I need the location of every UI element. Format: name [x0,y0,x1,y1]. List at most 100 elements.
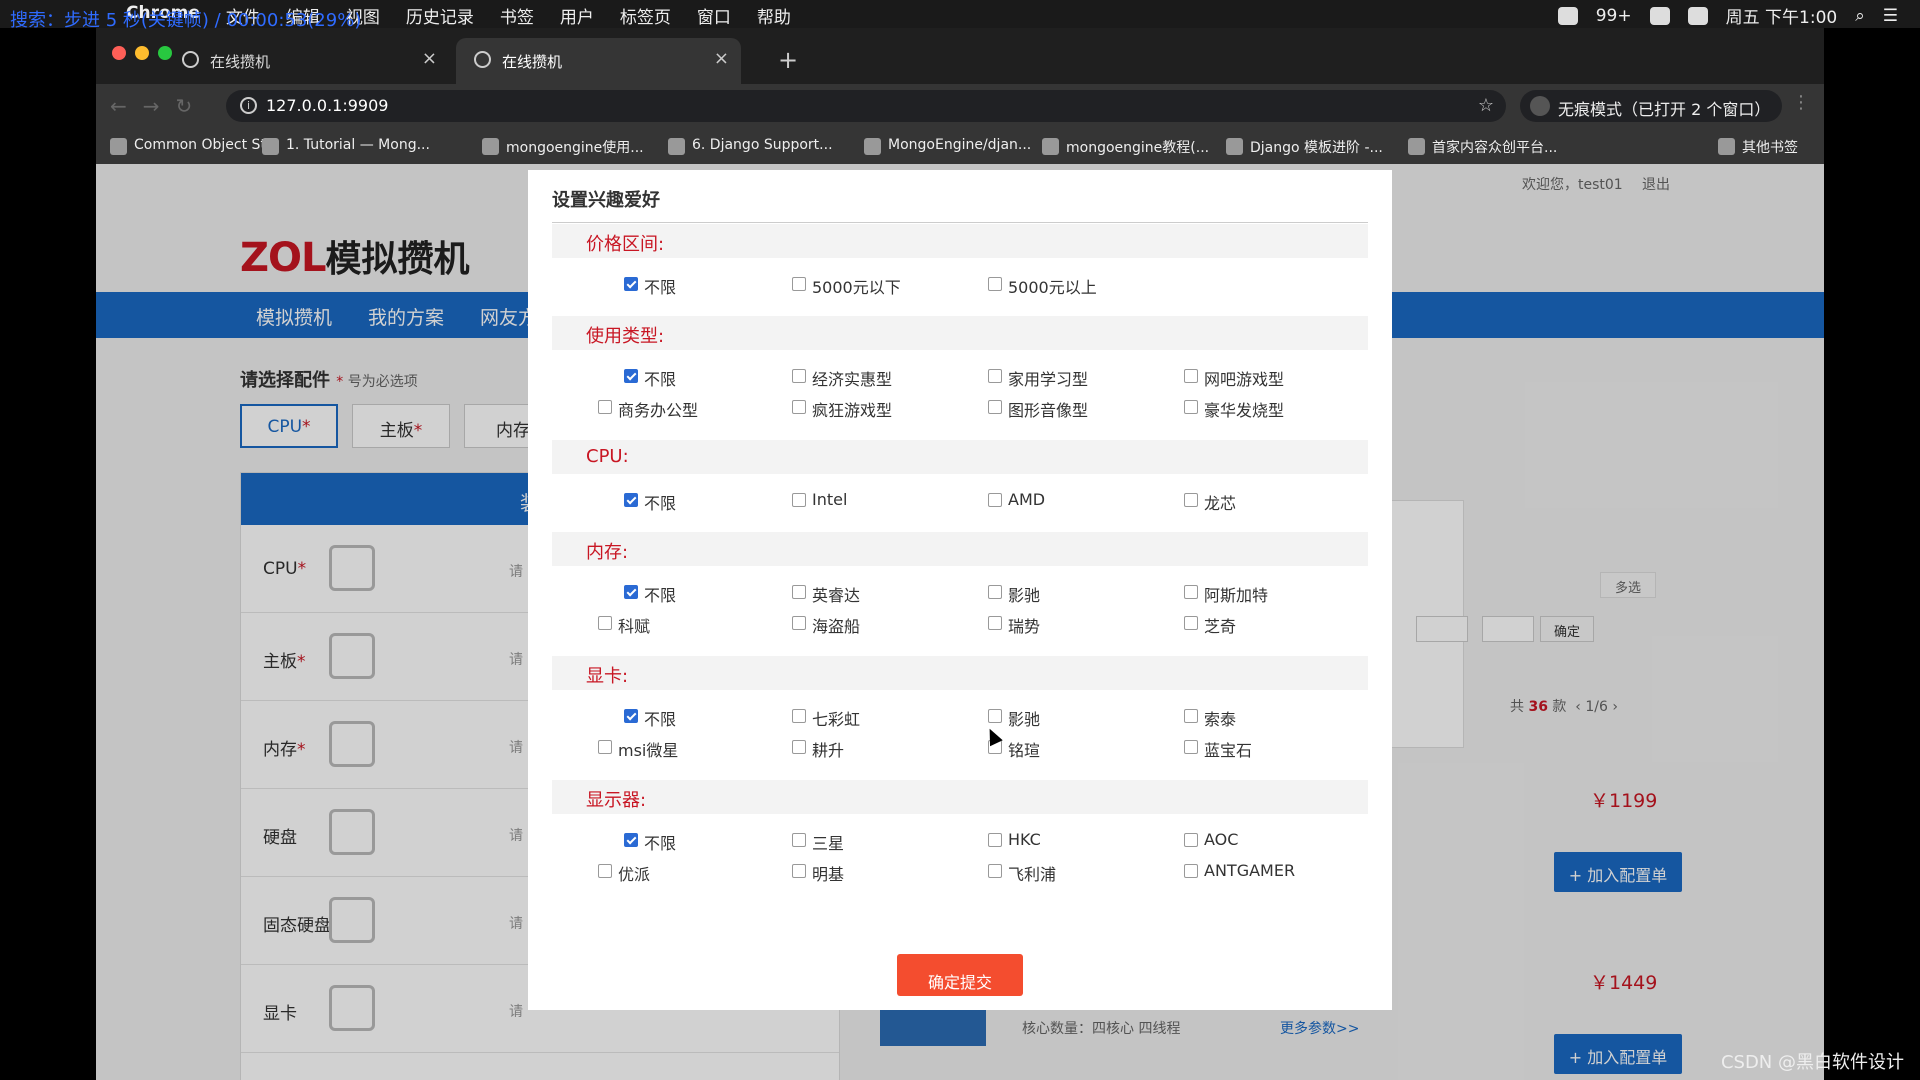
option-checkbox[interactable]: HKC [988,830,1041,849]
option-checkbox[interactable]: ANTGAMER [1184,861,1295,880]
notifications-badge[interactable]: 99+ [1596,6,1632,26]
option-checkbox[interactable]: Intel [792,490,847,509]
unchecked-checkbox-icon[interactable] [1184,864,1198,878]
option-checkbox[interactable]: 瑞势 [988,613,1040,637]
checked-checkbox-icon[interactable] [624,833,638,847]
option-checkbox[interactable]: 索泰 [1184,706,1236,730]
option-checkbox[interactable]: msi微星 [598,737,678,761]
option-checkbox[interactable]: 阿斯加特 [1184,582,1268,606]
unchecked-checkbox-icon[interactable] [792,493,806,507]
wechat-icon[interactable] [1557,6,1578,25]
bookmark-item[interactable]: MongoEngine/djan... [864,137,1031,155]
option-checkbox[interactable]: 蓝宝石 [1184,737,1252,761]
option-checkbox[interactable]: 网吧游戏型 [1184,366,1284,390]
menu-item[interactable]: 标签页 [620,3,671,28]
option-checkbox[interactable]: 英睿达 [792,582,860,606]
close-tab-icon[interactable]: × [714,48,729,69]
unchecked-checkbox-icon[interactable] [598,740,612,754]
option-checkbox[interactable]: 海盗船 [792,613,860,637]
menubar-clock[interactable]: 周五 下午1:00 [1726,3,1838,28]
unchecked-checkbox-icon[interactable] [1184,616,1198,630]
unchecked-checkbox-icon[interactable] [598,864,612,878]
unchecked-checkbox-icon[interactable] [1184,833,1198,847]
address-bar[interactable]: i 127.0.0.1:9909 ☆ [226,90,1506,122]
unchecked-checkbox-icon[interactable] [792,616,806,630]
checked-checkbox-icon[interactable] [624,277,638,291]
close-tab-icon[interactable]: × [422,48,437,69]
back-icon[interactable]: ← [110,94,127,118]
unchecked-checkbox-icon[interactable] [988,493,1002,507]
checked-checkbox-icon[interactable] [624,709,638,723]
option-checkbox[interactable]: 七彩虹 [792,706,860,730]
unchecked-checkbox-icon[interactable] [598,400,612,414]
control-center-icon[interactable]: ☰ [1883,6,1898,26]
browser-tab-1[interactable]: 在线攒机 × [164,38,449,84]
menu-item[interactable]: 书签 [500,3,534,28]
submit-button[interactable]: 确定提交 [897,954,1023,996]
bookmark-item[interactable]: 6. Django Support... [668,137,833,155]
option-checkbox[interactable]: 不限 [624,366,676,390]
menu-item[interactable]: 帮助 [757,3,791,28]
option-checkbox[interactable]: AMD [988,490,1045,509]
option-checkbox[interactable]: 优派 [598,861,650,885]
option-checkbox[interactable]: 不限 [624,706,676,730]
site-info-icon[interactable]: i [240,97,257,114]
close-window-button[interactable] [112,46,126,60]
option-checkbox[interactable]: 耕升 [792,737,844,761]
option-checkbox[interactable]: 家用学习型 [988,366,1088,390]
unchecked-checkbox-icon[interactable] [1184,369,1198,383]
option-checkbox[interactable]: 疯狂游戏型 [792,397,892,421]
option-checkbox[interactable]: 飞利浦 [988,861,1056,885]
unchecked-checkbox-icon[interactable] [792,740,806,754]
unchecked-checkbox-icon[interactable] [792,709,806,723]
battery-icon[interactable] [1687,6,1708,25]
spotlight-search-icon[interactable]: ⌕ [1855,6,1865,26]
menu-item[interactable]: 用户 [560,3,594,28]
option-checkbox[interactable]: 龙芯 [1184,490,1236,514]
option-checkbox[interactable]: 经济实惠型 [792,366,892,390]
checked-checkbox-icon[interactable] [624,369,638,383]
option-checkbox[interactable]: AOC [1184,830,1238,849]
unchecked-checkbox-icon[interactable] [988,833,1002,847]
option-checkbox[interactable]: 商务办公型 [598,397,698,421]
reload-icon[interactable]: ↻ [176,94,193,118]
unchecked-checkbox-icon[interactable] [792,369,806,383]
browser-menu-icon[interactable]: ⋮ [1792,92,1810,113]
forward-icon[interactable]: → [143,94,160,118]
option-checkbox[interactable]: 不限 [624,582,676,606]
bookmark-item[interactable]: 1. Tutorial — Mong... [262,137,430,155]
unchecked-checkbox-icon[interactable] [988,400,1002,414]
bookmark-item[interactable]: mongoengine教程(... [1042,137,1209,157]
browser-tab-2[interactable]: 在线攒机 × [456,38,741,84]
bookmark-item[interactable]: mongoengine使用... [482,137,644,157]
unchecked-checkbox-icon[interactable] [1184,493,1198,507]
option-checkbox[interactable]: 影驰 [988,582,1040,606]
option-checkbox[interactable]: 三星 [792,830,844,854]
unchecked-checkbox-icon[interactable] [988,369,1002,383]
option-checkbox[interactable]: 不限 [624,274,676,298]
unchecked-checkbox-icon[interactable] [1184,585,1198,599]
unchecked-checkbox-icon[interactable] [792,833,806,847]
bookmark-item[interactable]: 首家内容众创平台... [1408,137,1557,157]
bookmark-item[interactable]: Common Object St... [110,137,279,155]
bookmark-star-icon[interactable]: ☆ [1478,95,1494,116]
other-bookmarks[interactable]: 其他书签 [1718,137,1798,157]
menu-item[interactable]: 窗口 [697,3,731,28]
unchecked-checkbox-icon[interactable] [1184,740,1198,754]
option-checkbox[interactable]: 豪华发烧型 [1184,397,1284,421]
option-checkbox[interactable]: 图形音像型 [988,397,1088,421]
checked-checkbox-icon[interactable] [624,493,638,507]
option-checkbox[interactable]: 不限 [624,490,676,514]
unchecked-checkbox-icon[interactable] [1184,709,1198,723]
unchecked-checkbox-icon[interactable] [988,709,1002,723]
option-checkbox[interactable]: 不限 [624,830,676,854]
wifi-icon[interactable] [1649,6,1670,25]
unchecked-checkbox-icon[interactable] [988,585,1002,599]
menu-item[interactable]: 历史记录 [406,3,474,28]
unchecked-checkbox-icon[interactable] [1184,400,1198,414]
unchecked-checkbox-icon[interactable] [988,277,1002,291]
checked-checkbox-icon[interactable] [624,585,638,599]
option-checkbox[interactable]: 科赋 [598,613,650,637]
new-tab-button[interactable]: + [778,46,798,74]
unchecked-checkbox-icon[interactable] [792,400,806,414]
